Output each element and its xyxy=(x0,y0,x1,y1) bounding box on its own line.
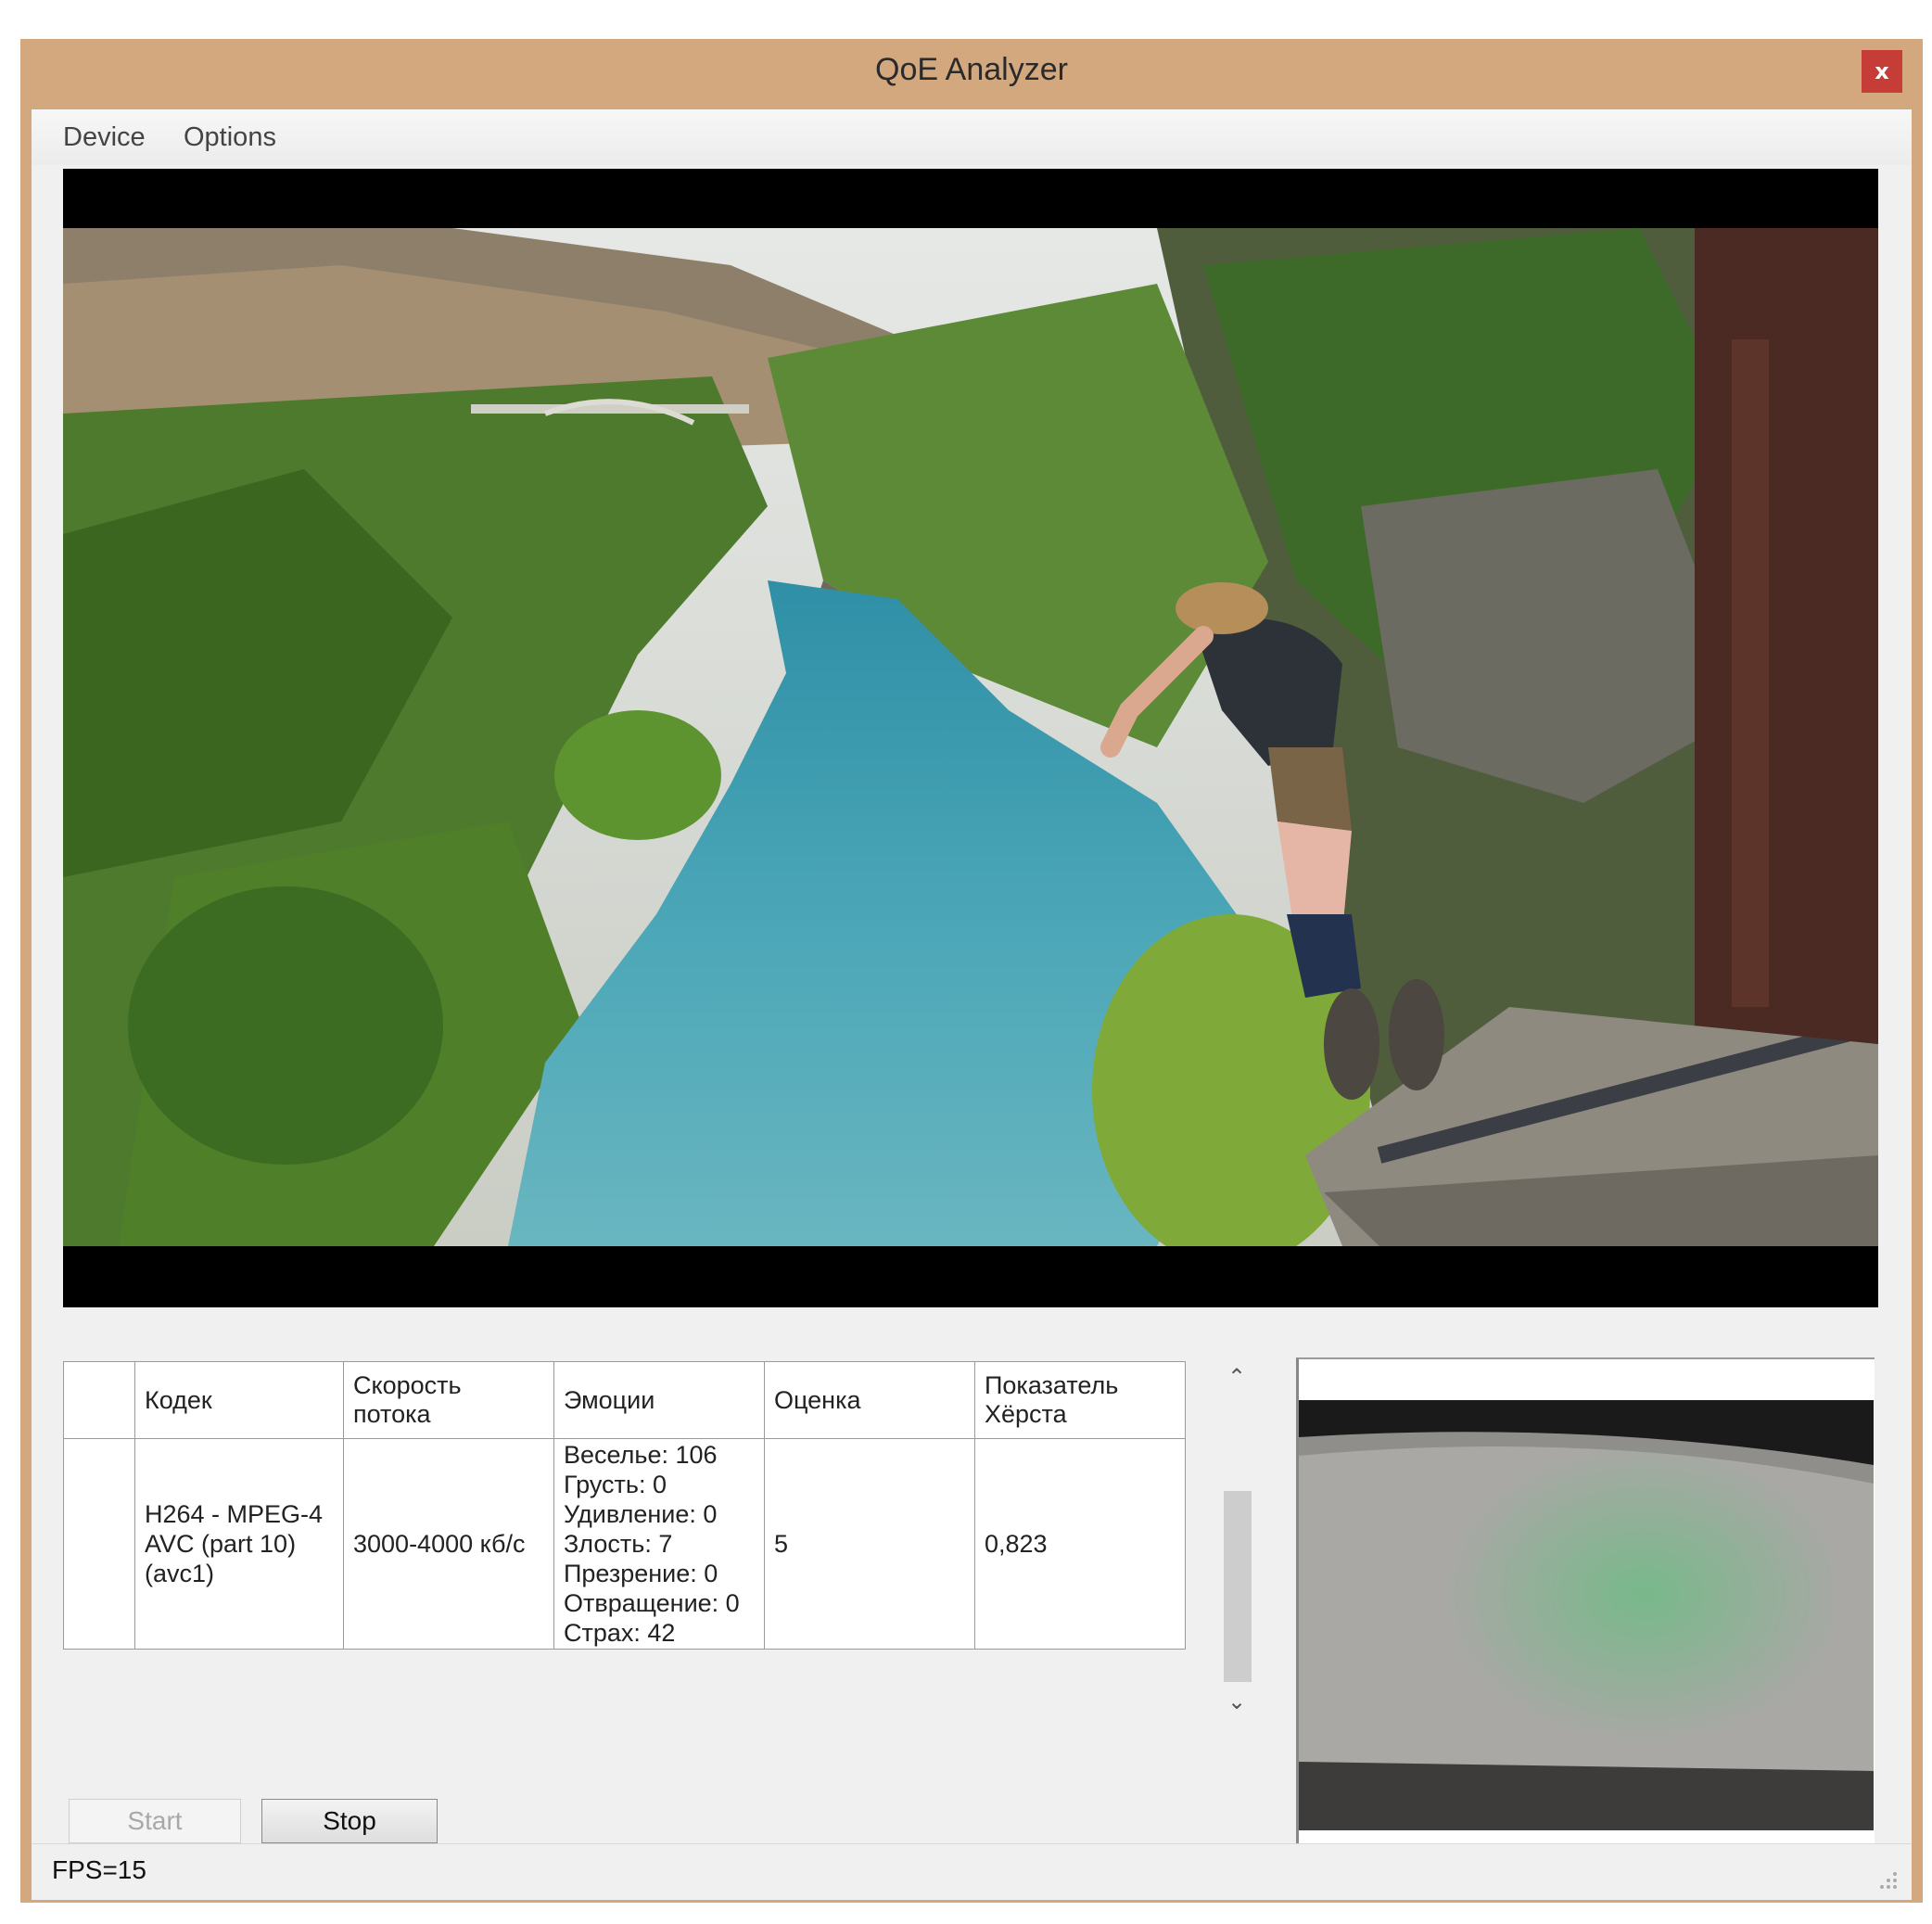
chevron-up-icon[interactable]: ⌃ xyxy=(1218,1361,1255,1393)
results-table-panel: Кодек Скорость потока Эмоции Оценка Пока… xyxy=(63,1361,1209,1652)
emotion-fear: Страх: 42 xyxy=(564,1619,676,1647)
header-hurst[interactable]: Показатель Хёрста xyxy=(974,1361,1186,1439)
fps-readout: FPS=15 xyxy=(52,1855,146,1884)
header-emotions[interactable]: Эмоции xyxy=(553,1361,765,1439)
camera-preview xyxy=(1299,1400,1874,1830)
emotion-joy: Веселье: 106 xyxy=(564,1441,718,1469)
row-header-cell[interactable] xyxy=(63,1438,135,1650)
results-table: Кодек Скорость потока Эмоции Оценка Пока… xyxy=(63,1361,1186,1650)
header-bitrate[interactable]: Скорость потока xyxy=(343,1361,554,1439)
stop-button[interactable]: Stop xyxy=(261,1799,438,1843)
resize-grip-icon[interactable] xyxy=(1876,1868,1899,1891)
cell-hurst[interactable]: 0,823 xyxy=(974,1438,1186,1650)
emotion-sadness: Грусть: 0 xyxy=(564,1471,667,1498)
menu-device[interactable]: Device xyxy=(63,122,146,153)
emotion-contempt: Презрение: 0 xyxy=(564,1560,718,1587)
cell-score[interactable]: 5 xyxy=(764,1438,975,1650)
header-codec[interactable]: Кодек xyxy=(134,1361,344,1439)
menu-bar: Device Options xyxy=(32,109,1912,165)
menu-options[interactable]: Options xyxy=(184,122,276,153)
row-header-corner xyxy=(63,1361,135,1439)
close-icon: x xyxy=(1875,58,1889,84)
window-title: QoE Analyzer xyxy=(875,52,1068,87)
status-bar: FPS=15 xyxy=(32,1843,1912,1900)
video-player[interactable] xyxy=(63,169,1878,1307)
app-window: QoE Analyzer x Device Options Кодек Скор… xyxy=(20,39,1923,1903)
camera-preview-panel xyxy=(1296,1357,1875,1869)
cell-emotions[interactable]: Веселье: 106 Грусть: 0 Удивление: 0 Злос… xyxy=(553,1438,765,1650)
table-header-row: Кодек Скорость потока Эмоции Оценка Пока… xyxy=(63,1361,1186,1439)
chevron-down-icon[interactable]: ⌄ xyxy=(1218,1686,1255,1717)
header-score[interactable]: Оценка xyxy=(764,1361,975,1439)
table-scrollbar[interactable]: ⌃ ⌄ xyxy=(1218,1361,1255,1719)
emotion-anger: Злость: 7 xyxy=(564,1530,673,1558)
title-bar[interactable]: QoE Analyzer x xyxy=(20,39,1923,109)
emotion-disgust: Отвращение: 0 xyxy=(564,1589,740,1617)
table-row[interactable]: H264 - MPEG-4 AVC (part 10) (avc1) 3000-… xyxy=(63,1438,1186,1650)
scrollbar-thumb[interactable] xyxy=(1224,1491,1252,1682)
cell-bitrate[interactable]: 3000-4000 кб/с xyxy=(343,1438,554,1650)
cell-codec[interactable]: H264 - MPEG-4 AVC (part 10) (avc1) xyxy=(134,1438,344,1650)
client-area: Device Options Кодек Скорость потока Эмо… xyxy=(32,109,1912,1900)
close-button[interactable]: x xyxy=(1862,50,1902,93)
start-button[interactable]: Start xyxy=(69,1799,241,1843)
emotion-surprise: Удивление: 0 xyxy=(564,1500,718,1528)
video-frame xyxy=(63,228,1878,1246)
